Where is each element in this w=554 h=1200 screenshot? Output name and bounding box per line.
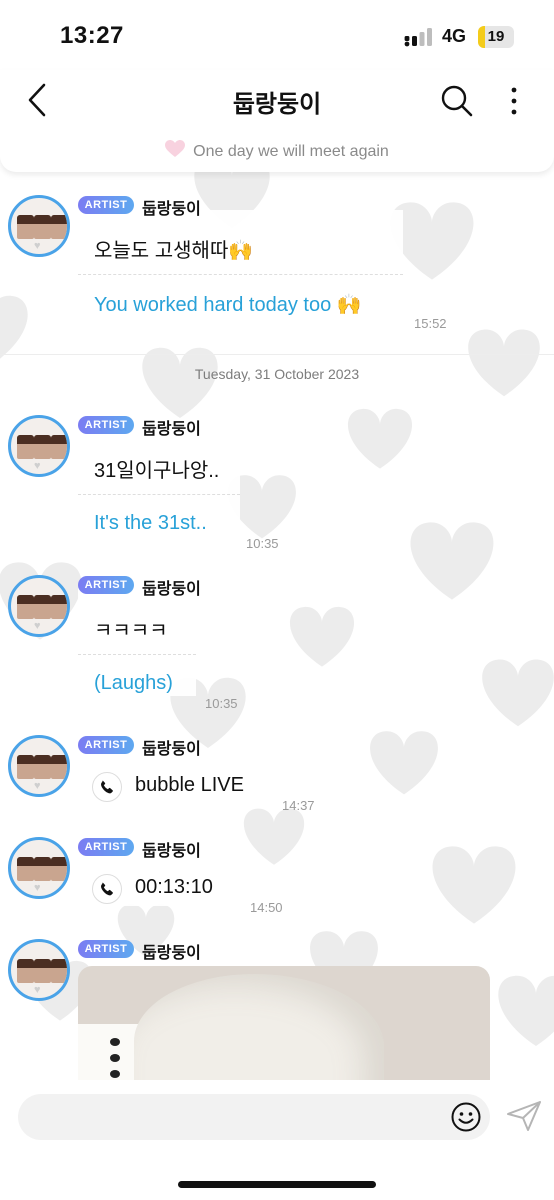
avatar[interactable]: ♥ [8,837,70,899]
message-time: 14:37 [282,798,315,813]
sender-name: 둡랑둥이 [142,741,201,758]
chat-header: 둡랑둥이 One day we will meet again [0,70,554,172]
battery-icon: 19 [478,26,514,48]
message-translation: It's the 31st.. [94,512,207,534]
emoji-icon[interactable] [450,1101,482,1133]
date-separator: Tuesday, 31 October 2023 [194,366,360,382]
artist-badge: ARTIST [78,576,134,594]
artist-badge: ARTIST [78,940,134,958]
send-icon[interactable] [506,1100,542,1132]
search-icon[interactable] [440,84,474,118]
status-time: 13:27 [60,22,124,49]
more-options-icon[interactable] [506,84,522,118]
photo-message[interactable] [78,966,490,1082]
signal-icon [404,28,432,47]
notice-text: One day we will meet again [193,143,389,160]
message-text: 오늘도 고생해따🙌 [94,240,254,262]
date-divider-line [0,354,554,355]
message-text: bubble LIVE [135,774,244,796]
sender-name: 둡랑둥이 [142,843,201,860]
avatar[interactable]: ♥ [8,195,70,257]
pink-heart-icon [165,140,186,157]
message-translation: You worked hard today too 🙌 [94,294,362,316]
phone-icon [92,874,122,904]
status-bar: 13:27 4G 19 [0,0,554,70]
chat-area[interactable]: ♥ ARTIST 둡랑둥이 오늘도 고생해따🙌 You worked hard … [0,172,554,1082]
sender-name: 둡랑둥이 [142,201,201,218]
avatar[interactable]: ♥ [8,575,70,637]
message-text: 31일이구나앙.. [94,460,220,482]
message-translation: (Laughs) [94,672,173,694]
network-type: 4G [442,26,467,46]
sender-name: 둡랑둥이 [142,945,201,962]
avatar[interactable]: ♥ [8,939,70,1001]
avatar[interactable]: ♥ [8,415,70,477]
translation-divider [78,494,240,495]
avatar[interactable]: ♥ [8,735,70,797]
translation-divider [78,274,403,275]
input-bar [0,1080,554,1200]
translation-divider [78,654,196,655]
phone-icon [92,772,122,802]
sender-name: 둡랑둥이 [142,421,201,438]
notice-banner[interactable]: One day we will meet again [0,140,554,161]
message-text: 00:13:10 [135,876,213,898]
dog-photo [134,974,384,1082]
message-input[interactable] [18,1094,490,1140]
sender-name: 둡랑둥이 [142,581,201,598]
message-time: 15:52 [414,316,447,331]
message-time: 14:50 [250,900,283,915]
message-time: 10:35 [246,536,279,551]
artist-badge: ARTIST [78,416,134,434]
home-indicator [178,1181,376,1188]
battery-percent: 19 [487,28,505,45]
artist-badge: ARTIST [78,838,134,856]
message-text: ㅋㅋㅋㅋ [94,620,168,642]
message-time: 10:35 [205,696,238,711]
artist-badge: ARTIST [78,196,134,214]
artist-badge: ARTIST [78,736,134,754]
